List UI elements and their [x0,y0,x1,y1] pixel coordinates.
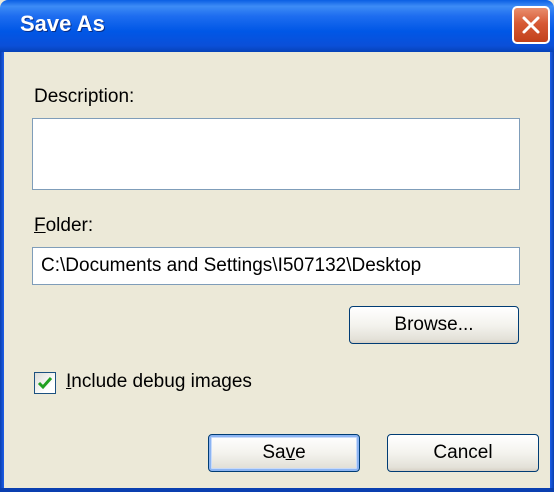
close-button[interactable] [512,6,550,44]
dialog-title: Save As [20,11,105,36]
save-label-mnemonic: v [285,442,296,463]
save-button[interactable]: Save [208,434,360,472]
folder-label: Folder: [34,215,93,237]
save-label-post: e [295,442,306,463]
description-input[interactable] [32,118,520,190]
folder-label-mnemonic: F [34,215,46,236]
include-debug-images-checkbox[interactable] [34,372,56,394]
checkmark-icon [37,377,53,390]
include-debug-images-label[interactable]: Include debug images [66,371,252,393]
title-bar[interactable]: Save As [0,0,554,52]
save-label-pre: Sa [262,442,286,463]
debug-label-rest: nclude debug images [71,371,252,392]
close-icon [522,16,540,34]
window-frame-right [550,52,554,492]
folder-label-rest: older: [45,215,94,236]
window-frame-left [0,52,4,492]
description-label: Description: [34,86,135,107]
cancel-button[interactable]: Cancel [387,434,539,472]
save-as-dialog: Save As Description: Folder: C:\Document… [0,0,554,492]
folder-path-input[interactable]: C:\Documents and Settings\I507132\Deskto… [32,247,520,285]
browse-button[interactable]: Browse... [349,306,519,344]
window-frame-bottom [0,488,554,492]
